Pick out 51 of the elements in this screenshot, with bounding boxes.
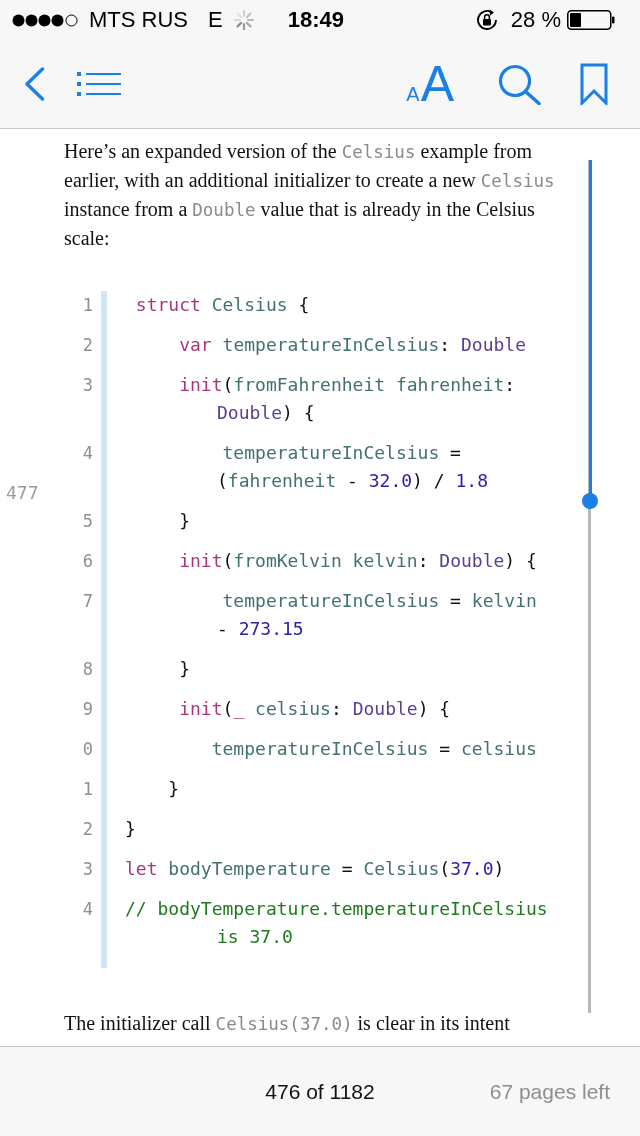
line-number: 6	[82, 550, 93, 573]
body-paragraph: The initializer call Celsius(37.0) is clear in its intent	[64, 1011, 511, 1036]
code-line: temperatureInCelsius = kelvin	[221, 589, 537, 613]
line-number: 2	[82, 334, 93, 357]
code-line: temperatureInCelsius = celsius	[210, 737, 537, 761]
code-line: init(fromKelvin kelvin: Double) {	[178, 549, 537, 573]
page-location: 476 of 1182	[265, 1079, 375, 1104]
code-line: // bodyTemperature.temperatureInCelsius	[125, 897, 548, 921]
line-number: 8	[82, 658, 93, 681]
code-line: var temperatureInCelsius: Double	[178, 333, 526, 357]
list-icon[interactable]	[77, 72, 121, 96]
search-icon[interactable]	[498, 63, 541, 105]
code-line: }	[125, 817, 136, 841]
body-paragraph: Here’s an expanded version of the Celsius example from earlier, with an additional initializer to create a new Celsius instance from a Double value that is already in the Celsius scale:	[64, 139, 556, 251]
pages-left-label: 67 pages left	[489, 1079, 610, 1104]
scrubber-thumb[interactable]	[582, 493, 598, 510]
line-number: 1	[82, 294, 93, 317]
line-number: 1	[82, 778, 93, 801]
back-icon[interactable]	[24, 67, 45, 101]
battery-icon	[567, 10, 615, 30]
code-line: init(_ celsius: Double) {	[178, 697, 451, 721]
code-line: (fahrenheit - 32.0) / 1.8	[216, 469, 488, 493]
signal-strength-icon	[12, 13, 78, 27]
code-line: temperatureInCelsius =	[221, 441, 461, 465]
code-line: }	[178, 657, 191, 681]
line-number: 4	[82, 898, 93, 921]
code-line: }	[178, 509, 191, 533]
code-line: let bodyTemperature = Celsius(37.0)	[125, 857, 505, 881]
line-number: 3	[82, 374, 93, 397]
line-number: 2	[82, 818, 93, 841]
line-number: 7	[82, 590, 93, 613]
code-line: }	[167, 777, 180, 801]
clock-time: 18:49	[287, 7, 344, 33]
line-number: 3	[82, 858, 93, 881]
code-line: is 37.0	[216, 925, 293, 949]
code-line: struct Celsius {	[134, 293, 310, 317]
battery-percentage: 28 %	[510, 7, 561, 33]
code-line: Double) {	[216, 401, 315, 425]
line-number: 0	[82, 738, 93, 761]
bookmark-icon[interactable]	[580, 63, 608, 105]
page-number-marker: 477	[6, 482, 39, 504]
line-number: 5	[82, 510, 93, 533]
line-number: 4	[82, 442, 93, 465]
carrier-name: MTS RUS	[89, 7, 188, 33]
line-number: 9	[82, 698, 93, 721]
text-size-button[interactable]: AA	[406, 59, 454, 109]
code-line: - 273.15	[216, 617, 304, 641]
code-line: init(fromFahrenheit fahrenheit:	[178, 373, 516, 397]
rotation-lock-icon	[474, 8, 499, 32]
activity-spinner-icon	[233, 10, 254, 30]
network-type: E	[208, 7, 223, 33]
